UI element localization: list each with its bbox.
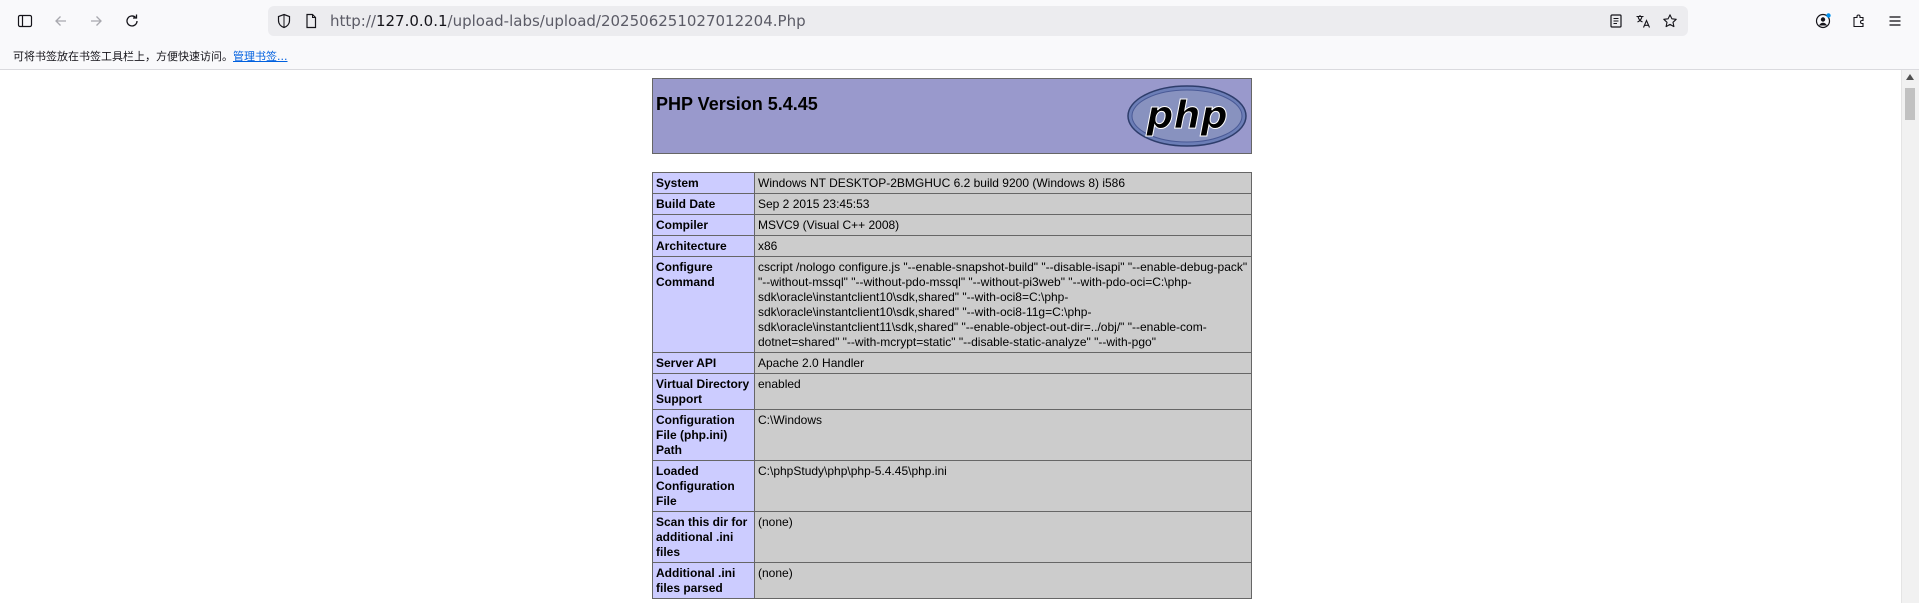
bookmarks-hint-text: 可将书签放在书签工具栏上，方便快速访问。 — [13, 50, 233, 63]
info-key: Configuration File (php.ini) Path — [652, 409, 755, 461]
url-host: 127.0.0.1 — [375, 12, 448, 30]
phpinfo-container: PHP Version 5.4.45 php System Windows NT … — [652, 78, 1252, 599]
info-key: Server API — [652, 352, 755, 374]
info-key: Architecture — [652, 235, 755, 257]
menu-icon[interactable] — [1881, 8, 1909, 34]
tracking-protection-shield-icon[interactable] — [276, 13, 292, 29]
info-value: (none) — [754, 511, 1252, 563]
translate-icon[interactable] — [1635, 13, 1651, 29]
info-row: Architecture x86 — [652, 235, 1252, 257]
url-text[interactable]: http://127.0.0.1/upload-labs/upload/2025… — [330, 6, 806, 36]
info-row: Build Date Sep 2 2015 23:45:53 — [652, 193, 1252, 215]
phpinfo-header: PHP Version 5.4.45 php — [652, 78, 1252, 154]
php-version-title: PHP Version 5.4.45 — [656, 94, 818, 114]
sidebar-toggle-icon[interactable] — [11, 8, 39, 34]
info-value: x86 — [754, 235, 1252, 257]
info-row: Server API Apache 2.0 Handler — [652, 352, 1252, 374]
bookmark-star-icon[interactable] — [1662, 13, 1678, 29]
info-row: Configuration File (php.ini) Path C:\Wind… — [652, 409, 1252, 461]
info-value: Sep 2 2015 23:45:53 — [754, 193, 1252, 215]
info-value: enabled — [754, 373, 1252, 410]
account-icon[interactable] — [1809, 8, 1837, 34]
url-path: /upload-labs/upload/202506251027012204.P… — [447, 12, 806, 30]
info-value: Apache 2.0 Handler — [754, 352, 1252, 374]
browser-toolbar: http://127.0.0.1/upload-labs/upload/2025… — [0, 0, 1919, 42]
bookmarks-empty-message: 可将书签放在书签工具栏上，方便快速访问。管理书签... — [13, 48, 288, 64]
info-key: Configure Command — [652, 256, 755, 353]
scroll-up-arrow-icon[interactable] — [1906, 74, 1914, 80]
info-key: Scan this dir for additional .ini files — [652, 511, 755, 563]
address-bar[interactable]: http://127.0.0.1/upload-labs/upload/2025… — [268, 6, 1688, 36]
reload-icon[interactable] — [118, 8, 146, 34]
page-info-icon[interactable] — [303, 13, 319, 29]
back-icon[interactable] — [47, 8, 75, 34]
info-value: Windows NT DESKTOP-2BMGHUC 6.2 build 920… — [754, 172, 1252, 194]
php-logo-text: php — [1145, 93, 1227, 137]
info-value: (none) — [754, 562, 1252, 599]
info-value: C:\Windows — [754, 409, 1252, 461]
scrollbar-thumb[interactable] — [1905, 88, 1915, 120]
forward-icon[interactable] — [82, 8, 110, 34]
info-key: Additional .ini files parsed — [652, 562, 755, 599]
phpinfo-table: System Windows NT DESKTOP-2BMGHUC 6.2 bui… — [652, 172, 1252, 599]
info-row: Compiler MSVC9 (Visual C++ 2008) — [652, 214, 1252, 236]
info-value: C:\phpStudy\php\php-5.4.45\php.ini — [754, 460, 1252, 512]
info-key: Virtual Directory Support — [652, 373, 755, 410]
bookmarks-toolbar: 可将书签放在书签工具栏上，方便快速访问。管理书签... — [0, 42, 1919, 70]
info-key: Build Date — [652, 193, 755, 215]
info-row: Loaded Configuration File C:\phpStudy\php… — [652, 460, 1252, 512]
info-row: Additional .ini files parsed (none) — [652, 562, 1252, 599]
reader-view-icon[interactable] — [1608, 13, 1624, 29]
info-row: Virtual Directory Support enabled — [652, 373, 1252, 410]
info-key: Compiler — [652, 214, 755, 236]
manage-bookmarks-link[interactable]: 管理书签... — [233, 50, 288, 63]
info-row: Configure Command cscript /nologo configu… — [652, 256, 1252, 353]
info-row: Scan this dir for additional .ini files(… — [652, 511, 1252, 563]
page-scrollbar[interactable] — [1901, 70, 1919, 603]
page-content: PHP Version 5.4.45 php System Windows NT … — [0, 70, 1902, 603]
info-key: System — [652, 172, 755, 194]
extensions-icon[interactable] — [1845, 8, 1873, 34]
php-logo: php — [1127, 85, 1247, 147]
info-value: cscript /nologo configure.js "--enable-s… — [754, 256, 1252, 353]
url-scheme: http:// — [330, 12, 376, 30]
info-key: Loaded Configuration File — [652, 460, 755, 512]
info-row: System Windows NT DESKTOP-2BMGHUC 6.2 bui… — [652, 172, 1252, 194]
info-value: MSVC9 (Visual C++ 2008) — [754, 214, 1252, 236]
